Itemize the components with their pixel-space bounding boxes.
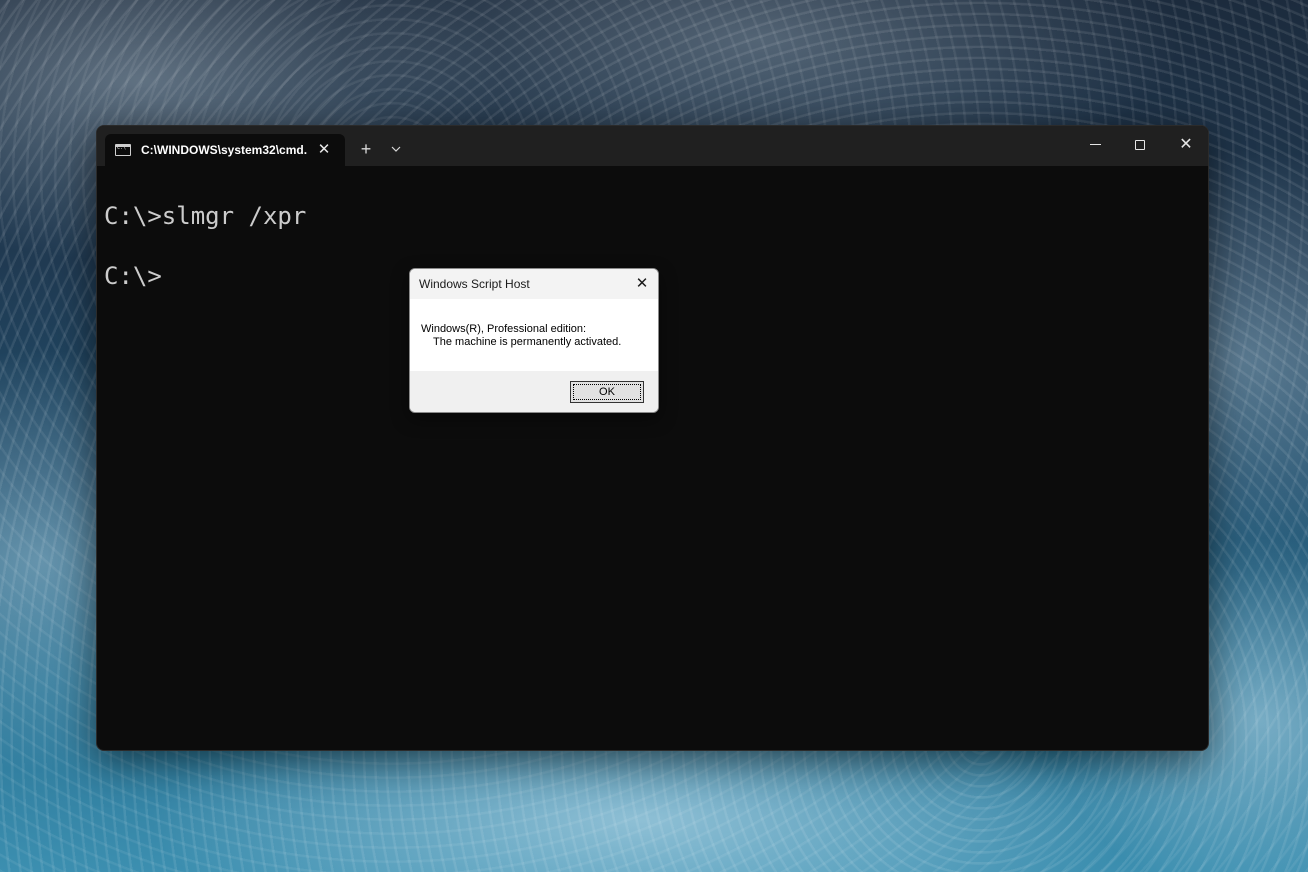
console-line-command: C:\>slmgr /xpr: [104, 202, 307, 230]
console-line-prompt: C:\>: [104, 262, 162, 290]
ok-button[interactable]: OK: [570, 381, 644, 403]
tab-cmd[interactable]: C:\WINDOWS\system32\cmd. ✕: [105, 134, 345, 166]
command-prompt-icon: [115, 144, 131, 156]
chevron-down-icon: [391, 146, 401, 152]
dialog-title: Windows Script Host: [419, 277, 530, 291]
message-dialog: Windows Script Host ✕ Windows(R), Profes…: [409, 268, 659, 413]
dialog-message-line1: Windows(R), Professional edition:: [421, 323, 587, 335]
dialog-close-icon[interactable]: ✕: [632, 274, 652, 294]
new-tab-button[interactable]: +: [355, 138, 377, 160]
tab-title: C:\WINDOWS\system32\cmd.: [141, 143, 308, 157]
tab-dropdown-button[interactable]: [385, 138, 407, 160]
tab-close-icon[interactable]: ✕: [315, 141, 333, 159]
close-button[interactable]: ✕: [1163, 126, 1208, 166]
dialog-message-line2: The machine is permanently activated.: [421, 336, 622, 348]
close-icon: ✕: [1179, 136, 1193, 153]
maximize-icon: [1135, 139, 1145, 150]
maximize-button[interactable]: [1117, 126, 1163, 166]
terminal-window: C:\WINDOWS\system32\cmd. ✕ + ✕ C:\>slmgr…: [96, 125, 1209, 751]
minimize-icon: [1089, 144, 1101, 146]
terminal-titlebar[interactable]: C:\WINDOWS\system32\cmd. ✕ + ✕: [97, 126, 1208, 166]
dialog-body: Windows(R), Professional edition: The ma…: [410, 299, 658, 371]
dialog-titlebar[interactable]: Windows Script Host ✕: [410, 269, 658, 299]
dialog-footer: OK: [410, 371, 658, 412]
console-output[interactable]: C:\>slmgr /xpr C:\>: [104, 201, 306, 291]
minimize-button[interactable]: [1072, 126, 1118, 166]
